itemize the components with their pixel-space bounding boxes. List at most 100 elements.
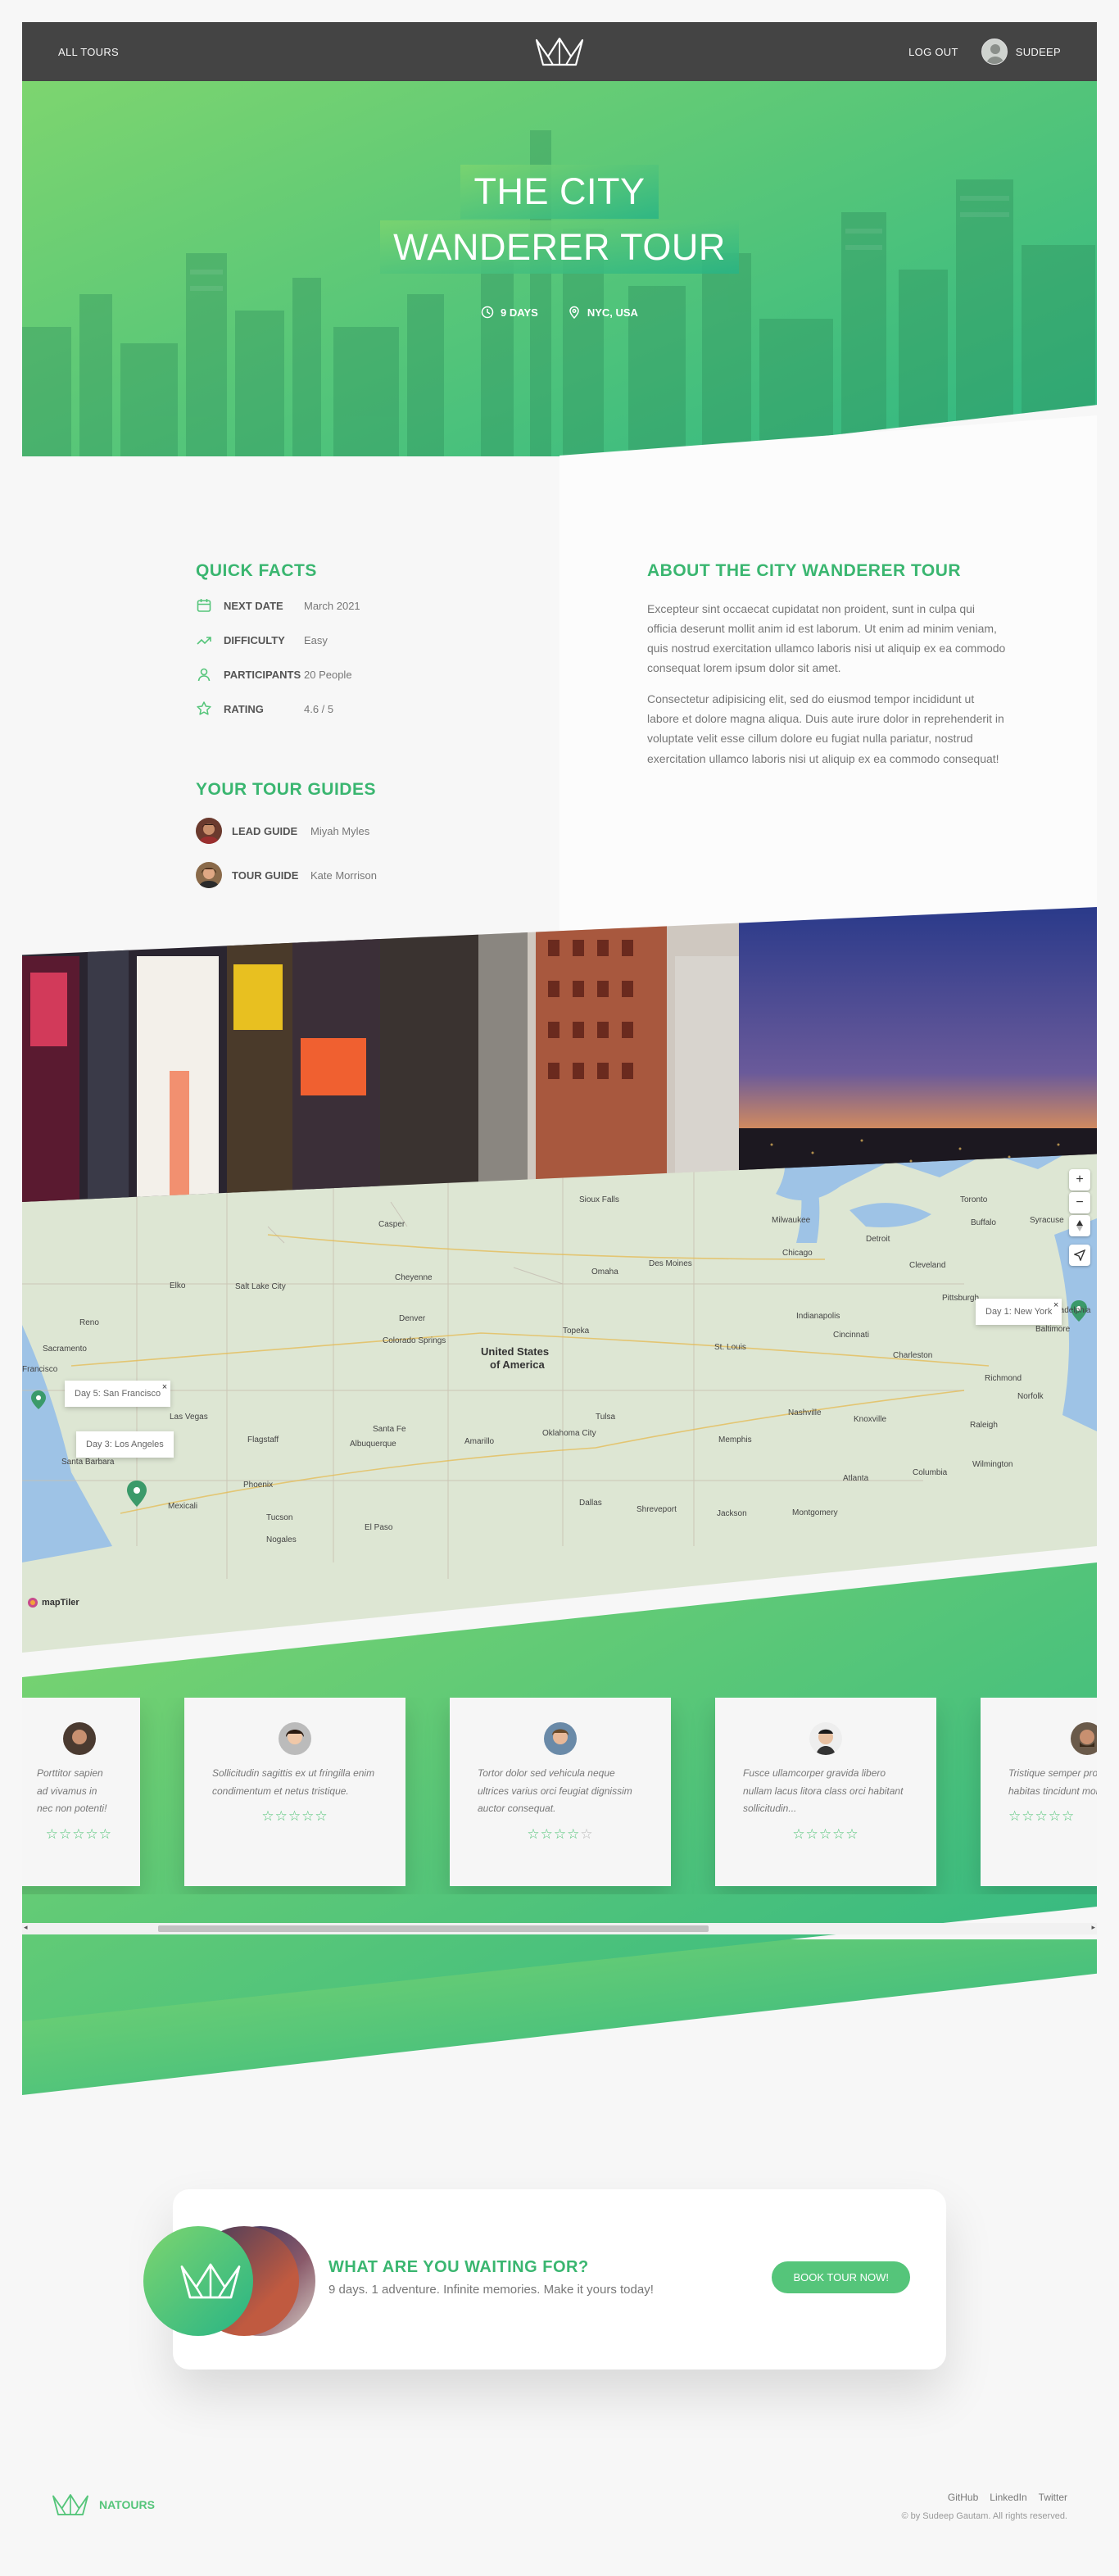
svg-text:Dallas: Dallas	[579, 1499, 602, 1508]
reviewer-avatar	[1071, 1722, 1097, 1755]
cta-text: 9 days. 1 adventure. Infinite memories. …	[328, 2283, 654, 2297]
footer-link-twitter[interactable]: Twitter	[1039, 2492, 1067, 2503]
svg-text:Norfolk: Norfolk	[1017, 1392, 1044, 1401]
svg-text:Flagstaff: Flagstaff	[247, 1435, 279, 1444]
svg-text:Casper: Casper	[378, 1220, 405, 1229]
crown-logo-icon[interactable]	[533, 35, 586, 68]
svg-text:Detroit: Detroit	[866, 1235, 890, 1244]
geolocate-button[interactable]	[1069, 1245, 1090, 1266]
map-popup-los-angeles: Day 3: Los Angeles	[76, 1431, 174, 1458]
user-avatar	[981, 39, 1008, 65]
fact-label: Difficulty	[224, 633, 285, 646]
duration-detail: 9 days	[481, 306, 538, 319]
svg-text:El Paso: El Paso	[365, 1523, 393, 1532]
map-canvas[interactable]: PierreSioux FallsCasper MilwaukeeToronto…	[22, 1120, 1097, 1653]
reviews-scrollbar[interactable]: ◂ ▸	[22, 1923, 1097, 1934]
footer-brand: NATOURS	[99, 2498, 155, 2511]
svg-text:Shreveport: Shreveport	[637, 1505, 677, 1514]
quick-facts-heading: Quick facts	[196, 561, 317, 580]
star-icon: ☆☆☆☆☆	[792, 1825, 859, 1842]
about-tour: About the city wanderer tour Excepteur s…	[647, 561, 1008, 769]
site-footer: NATOURS GitHub LinkedIn Twitter © by Sud…	[22, 2464, 1097, 2554]
tour-map[interactable]: PierreSioux FallsCasper MilwaukeeToronto…	[22, 1120, 1097, 1653]
about-heading: About the city wanderer tour	[647, 561, 962, 580]
fact-participants: Participants 20 People	[196, 664, 360, 684]
svg-text:Sioux Falls: Sioux Falls	[579, 1195, 619, 1204]
fact-difficulty: Difficulty Easy	[196, 630, 360, 650]
cta-box: What are you waiting for? 9 days. 1 adve…	[143, 2189, 946, 2370]
svg-text:Santa Fe: Santa Fe	[373, 1425, 406, 1434]
tour-guides: Your tour guides Lead guide Miyah Myles …	[196, 780, 377, 888]
guide-lead: Lead guide Miyah Myles	[196, 818, 377, 844]
svg-text:St. Louis: St. Louis	[714, 1343, 746, 1352]
close-icon[interactable]: ×	[162, 1382, 167, 1392]
svg-text:Knoxville: Knoxville	[854, 1415, 886, 1424]
tour-title-line-2: Wanderer Tour	[380, 220, 739, 274]
svg-text:Richmond: Richmond	[985, 1374, 1022, 1383]
review-rating: ☆☆☆☆☆	[1008, 1808, 1097, 1825]
svg-text:Des Moines: Des Moines	[649, 1259, 692, 1268]
compass-button[interactable]	[1069, 1215, 1090, 1236]
compass-icon	[1076, 1220, 1083, 1231]
cta-title: What are you waiting for?	[328, 2258, 589, 2276]
close-icon[interactable]: ×	[1053, 1300, 1058, 1310]
user-name: Sudeep	[1015, 45, 1061, 58]
scroll-right-arrow-icon[interactable]: ▸	[1091, 1923, 1095, 1932]
reviewer-avatar	[279, 1722, 311, 1755]
star-icon	[197, 701, 211, 715]
zoom-in-button[interactable]: +	[1069, 1169, 1090, 1190]
star-icon: ☆☆☆☆	[527, 1825, 581, 1842]
map-attribution-text: mapTiler	[42, 1598, 79, 1608]
map-pin-icon	[569, 306, 579, 319]
calendar-icon	[197, 599, 211, 612]
guide-role: Tour guide	[232, 868, 299, 882]
guide-avatar	[196, 818, 222, 844]
about-paragraph-1: Excepteur sint occaecat cupidatat non pr…	[647, 602, 1006, 675]
svg-text:Buffalo: Buffalo	[971, 1218, 996, 1227]
svg-text:Tucson: Tucson	[266, 1513, 292, 1522]
reviews-slider[interactable]: Porttitor sapien ad vivamus in nec non p…	[22, 1698, 1097, 1894]
footer-link-github[interactable]: GitHub	[948, 2492, 978, 2503]
cta-logo-circle	[143, 2226, 253, 2336]
book-tour-button[interactable]: Book tour now!	[772, 2261, 910, 2293]
logout-link[interactable]: Log out	[908, 46, 958, 58]
overview-box	[22, 456, 560, 1014]
reviewer-avatar	[63, 1722, 96, 1755]
clock-icon	[481, 306, 494, 319]
cta-images	[143, 2226, 315, 2337]
svg-text:Sacramento: Sacramento	[43, 1345, 87, 1354]
svg-text:Pittsburgh: Pittsburgh	[942, 1294, 979, 1303]
popup-text: Day 5: San Francisco	[75, 1389, 161, 1399]
svg-text:Denver: Denver	[399, 1314, 426, 1323]
svg-text:Charleston: Charleston	[893, 1351, 932, 1360]
svg-text:Santa Barbara: Santa Barbara	[61, 1458, 115, 1467]
footer-link-linkedin[interactable]: LinkedIn	[990, 2492, 1026, 2503]
fact-value: 4.6 / 5	[304, 702, 334, 715]
popup-text: Day 1: New York	[985, 1307, 1053, 1317]
review-card: Sollicitudin sagittis ex ut fringilla en…	[184, 1698, 405, 1886]
review-rating: ☆☆☆☆☆	[22, 1826, 112, 1843]
svg-text:Montgomery: Montgomery	[792, 1508, 838, 1517]
star-empty-icon: ☆	[580, 1825, 594, 1842]
svg-text:Reno: Reno	[79, 1318, 99, 1327]
all-tours-link[interactable]: All tours	[58, 46, 119, 58]
svg-text:Chicago: Chicago	[782, 1249, 813, 1258]
navigation-arrow-icon	[1074, 1249, 1085, 1261]
scrollbar-thumb[interactable]	[158, 1925, 709, 1932]
about-paragraph-2: Consectetur adipisicing elit, sed do eiu…	[647, 692, 1004, 765]
map-popup-san-francisco: Day 5: San Francisco ×	[65, 1381, 171, 1407]
scroll-left-arrow-icon[interactable]: ◂	[24, 1923, 28, 1932]
svg-text:Las Vegas: Las Vegas	[170, 1413, 208, 1422]
map-attribution[interactable]: mapTiler	[27, 1597, 79, 1608]
svg-text:Nashville: Nashville	[788, 1408, 822, 1417]
review-rating: ☆☆☆☆☆	[743, 1826, 908, 1843]
svg-text:Wilmington: Wilmington	[972, 1460, 1013, 1469]
quick-facts: Quick facts Next date March 2021 Difficu…	[196, 561, 360, 719]
footer-logo[interactable]: NATOURS	[50, 2492, 155, 2517]
svg-text:of America: of America	[490, 1358, 545, 1371]
user-menu[interactable]: Sudeep	[981, 39, 1061, 65]
fact-value: Easy	[304, 633, 328, 646]
guide-name: Miyah Myles	[310, 824, 370, 837]
zoom-out-button[interactable]: −	[1069, 1192, 1090, 1213]
fact-rating: Rating 4.6 / 5	[196, 699, 360, 719]
